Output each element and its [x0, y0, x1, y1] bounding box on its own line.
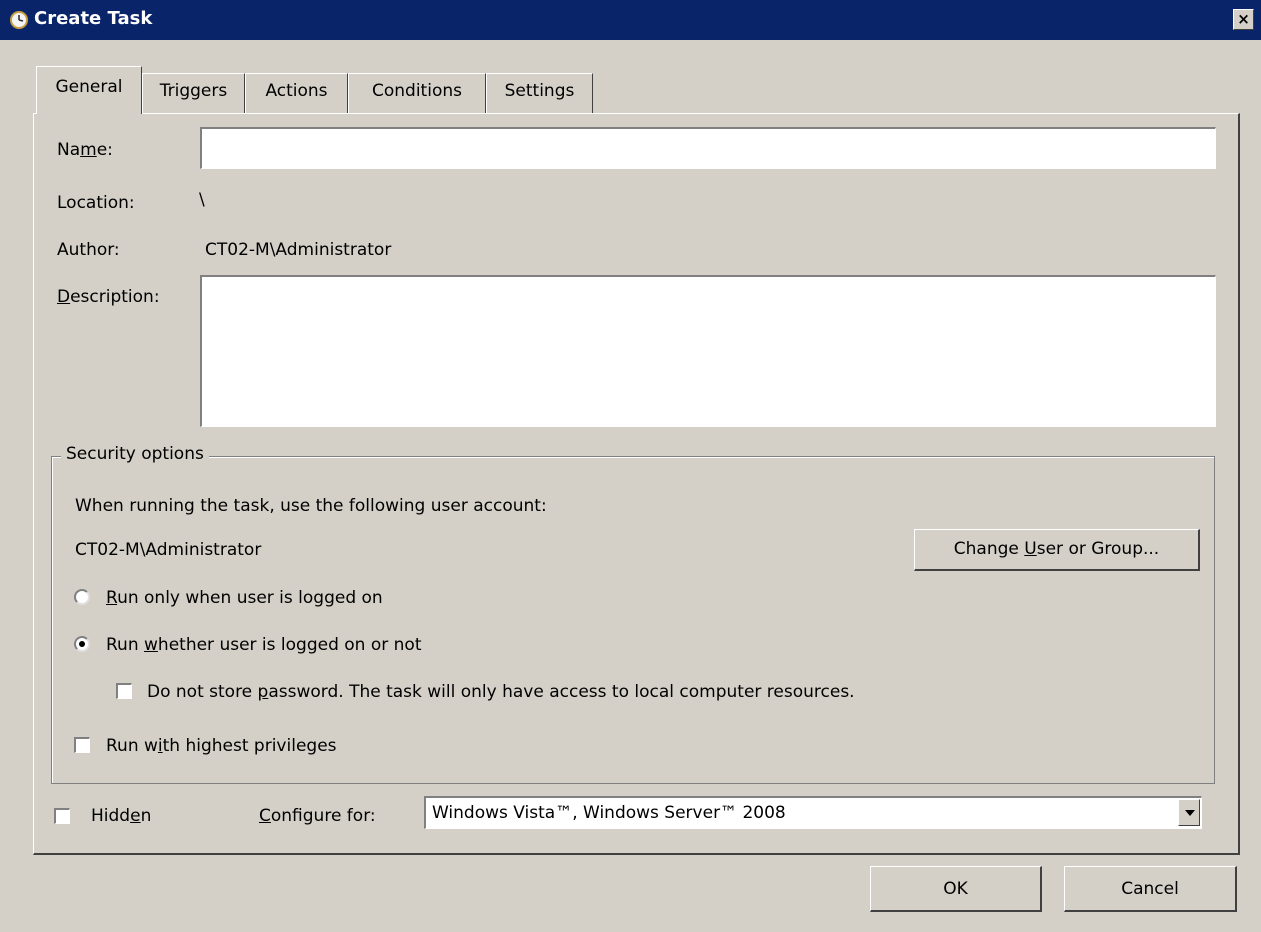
close-icon: × [1237, 10, 1250, 28]
security-options-legend: Security options [61, 444, 209, 464]
description-label: Description: [57, 287, 160, 307]
run-whether-logged-on-radio[interactable] [74, 636, 90, 652]
tab-triggers[interactable]: Triggers [142, 73, 245, 114]
configure-for-value: Windows Vista™, Windows Server™ 2008 [432, 803, 786, 823]
hidden-label[interactable]: Hidden [91, 806, 151, 826]
run-only-logged-on-label[interactable]: Run only when user is logged on [106, 588, 383, 608]
location-label: Location: [57, 193, 135, 213]
task-clock-icon [10, 11, 28, 29]
change-user-or-group-button[interactable]: Change User or Group... [914, 529, 1200, 571]
tab-general[interactable]: General [36, 66, 142, 114]
run-only-logged-on-radio[interactable] [74, 589, 90, 605]
title-bar[interactable]: Create Task × [0, 0, 1261, 40]
account-value: CT02-M\Administrator [75, 540, 262, 560]
name-input[interactable] [200, 127, 1216, 169]
radio-selected-dot [79, 641, 85, 647]
do-not-store-password-checkbox[interactable] [116, 683, 132, 699]
configure-for-label: Configure for: [259, 806, 376, 826]
description-textarea[interactable] [200, 275, 1216, 427]
author-value: CT02-M\Administrator [205, 240, 392, 260]
run-highest-privileges-label[interactable]: Run with highest privileges [106, 736, 337, 756]
location-value: \ [199, 190, 205, 210]
name-label: Name: [57, 140, 113, 160]
run-whether-logged-on-label[interactable]: Run whether user is logged on or not [106, 635, 422, 655]
tab-actions[interactable]: Actions [245, 73, 348, 114]
tab-settings[interactable]: Settings [486, 73, 593, 114]
tab-conditions[interactable]: Conditions [348, 73, 486, 114]
cancel-button[interactable]: Cancel [1064, 866, 1237, 912]
do-not-store-password-label[interactable]: Do not store password. The task will onl… [147, 682, 855, 702]
run-highest-privileges-checkbox[interactable] [74, 737, 90, 753]
tab-label: Actions [265, 81, 328, 101]
tab-label: General [55, 77, 123, 97]
create-task-dialog: Create Task × General Triggers Actions C… [0, 0, 1261, 932]
configure-for-select[interactable]: Windows Vista™, Windows Server™ 2008 [424, 796, 1202, 829]
account-prompt: When running the task, use the following… [75, 496, 547, 516]
tab-label: Conditions [372, 81, 462, 101]
tab-label: Settings [504, 81, 575, 101]
ok-button[interactable]: OK [870, 866, 1042, 912]
hidden-checkbox[interactable] [54, 808, 70, 824]
window-title: Create Task [34, 8, 153, 29]
close-button[interactable]: × [1233, 9, 1254, 30]
author-label: Author: [57, 240, 120, 260]
tab-label: Triggers [159, 81, 228, 101]
chevron-down-icon[interactable] [1178, 799, 1200, 826]
